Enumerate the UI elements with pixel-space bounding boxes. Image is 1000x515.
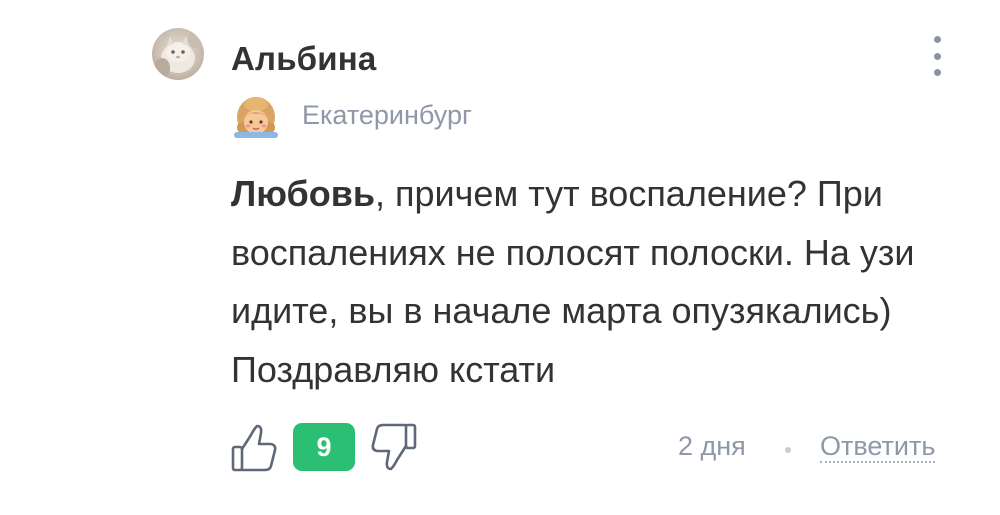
reply-button[interactable]: Ответить — [820, 431, 936, 463]
more-dot — [933, 36, 941, 43]
cat-photo-avatar-image — [154, 32, 204, 78]
more-dot — [933, 69, 941, 76]
more-vertical-icon[interactable] — [922, 32, 952, 80]
comment-text: Любовь, причем тут воспаление? При воспа… — [231, 165, 966, 399]
girl-face-icon — [234, 97, 278, 138]
rating-badge: 9 — [293, 423, 355, 471]
thumbs-down-icon[interactable] — [370, 422, 418, 472]
author-name[interactable]: Альбина — [231, 40, 376, 78]
author-location: Екатеринбург — [302, 100, 472, 130]
mention-link[interactable]: Любовь — [231, 173, 375, 214]
more-dot — [933, 52, 941, 60]
separator-dot — [785, 447, 791, 453]
thumbs-up-icon[interactable] — [230, 423, 278, 473]
avatar[interactable] — [152, 28, 204, 80]
comment-time: 2 дня — [678, 431, 746, 461]
